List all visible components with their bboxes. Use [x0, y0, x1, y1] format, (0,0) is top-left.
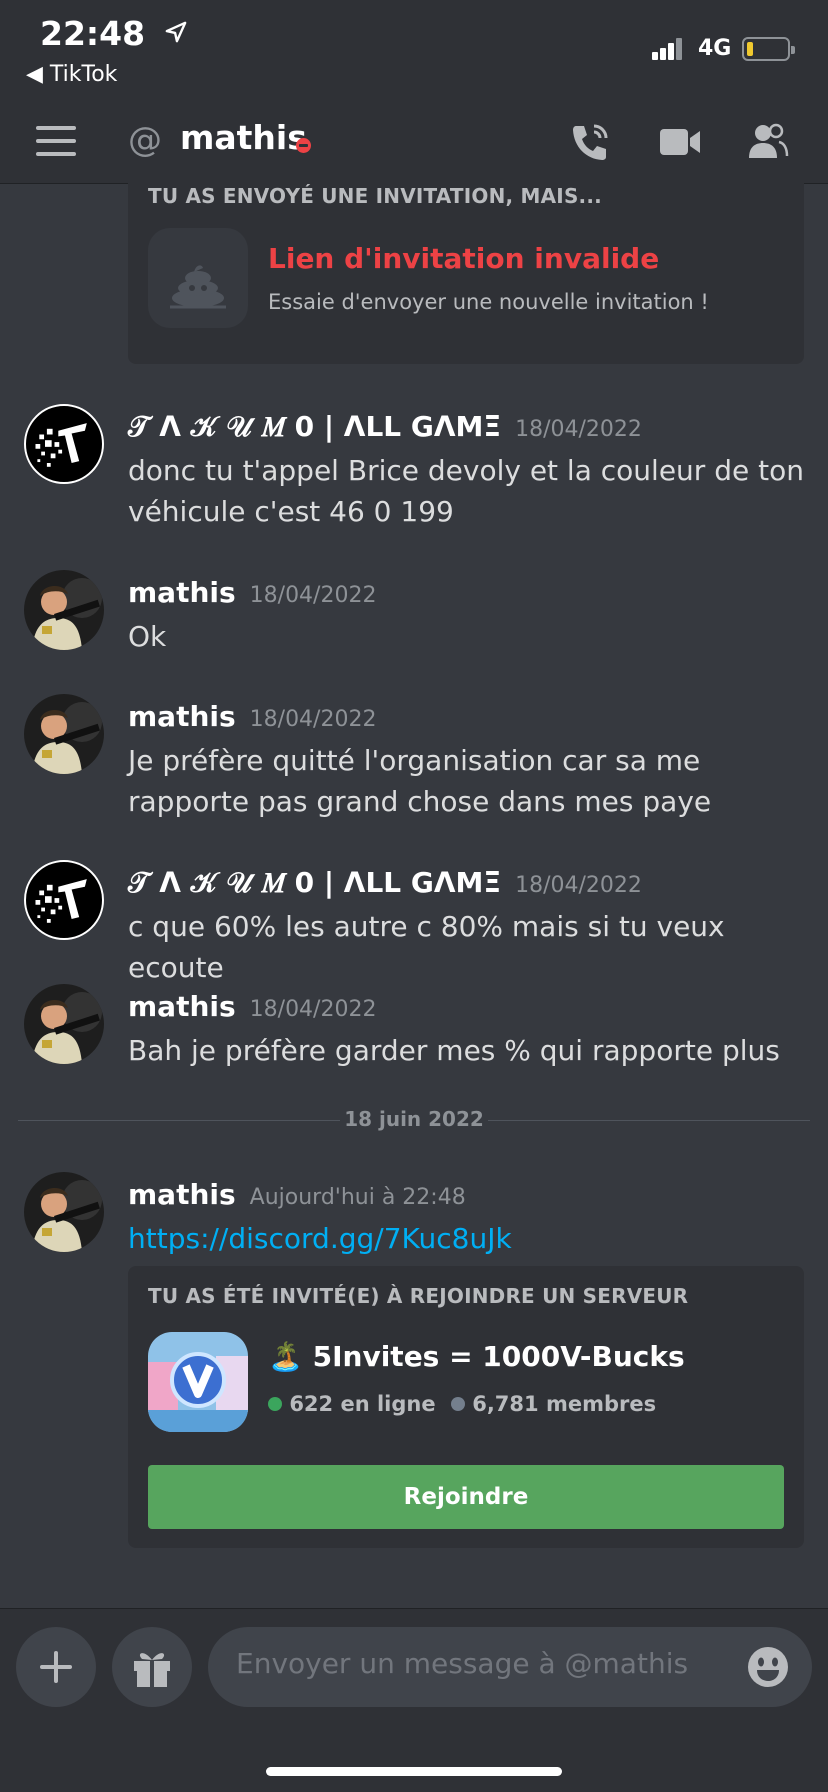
- message-timestamp: 18/04/2022: [515, 873, 642, 898]
- join-server-button[interactable]: Rejoindre: [148, 1465, 784, 1529]
- message-composer: Envoyer un message à @mathis: [0, 1608, 828, 1792]
- gift-button[interactable]: [112, 1627, 192, 1707]
- server-stats: 622 en ligne 6,781 membres: [268, 1392, 656, 1416]
- menu-icon[interactable]: [36, 126, 76, 156]
- invalid-invite-card: TU AS ENVOYÉ UNE INVITATION, MAIS... Lie…: [128, 174, 804, 364]
- message-author[interactable]: mathis Aujourd'hui à 22:48: [128, 1178, 466, 1211]
- message-input-placeholder: Envoyer un message à @mathis: [236, 1647, 689, 1680]
- voice-call-icon[interactable]: [568, 120, 612, 164]
- message-timestamp: 18/04/2022: [515, 417, 642, 442]
- location-arrow-icon: [165, 21, 186, 43]
- message-text: c que 60% les autre c 80% mais si tu veu…: [128, 910, 725, 984]
- emoji-icon[interactable]: [746, 1645, 790, 1689]
- avatar[interactable]: [24, 860, 104, 940]
- avatar[interactable]: [24, 570, 104, 650]
- video-call-icon[interactable]: [658, 120, 702, 164]
- message-input[interactable]: Envoyer un message à @mathis: [208, 1627, 812, 1707]
- home-indicator[interactable]: [266, 1767, 562, 1776]
- dm-header: @ mathis: [0, 100, 828, 184]
- message-author[interactable]: mathis 18/04/2022: [128, 576, 376, 609]
- message-timestamp: 18/04/2022: [249, 707, 377, 732]
- message-text: Ok: [128, 620, 167, 653]
- cellular-signal-icon: [652, 38, 682, 60]
- avatar[interactable]: [24, 404, 104, 484]
- dm-recipient-name[interactable]: mathis: [180, 118, 307, 157]
- message-author[interactable]: mathis 18/04/2022: [128, 990, 376, 1023]
- date-divider: 18 juin 2022: [340, 1107, 488, 1131]
- island-emoji-icon: 🏝️: [268, 1340, 303, 1373]
- gift-icon: [134, 1653, 170, 1687]
- message-timestamp: 18/04/2022: [249, 997, 377, 1022]
- invalid-invite-subtext: Essaie d'envoyer une nouvelle invitation…: [268, 290, 709, 314]
- server-invite-title: TU AS ÉTÉ INVITÉ(E) À REJOINDRE UN SERVE…: [148, 1284, 689, 1308]
- avatar[interactable]: [24, 694, 104, 774]
- at-icon: @: [128, 120, 162, 160]
- plus-icon: [40, 1651, 72, 1683]
- server-icon[interactable]: [148, 1332, 248, 1432]
- server-name: 🏝️ 5Invites = 1000V-Bucks: [268, 1340, 685, 1373]
- online-dot-icon: [268, 1397, 282, 1411]
- members-dot-icon: [450, 1397, 465, 1411]
- message-text: Je préfère quitté l'organisation car sa …: [128, 744, 712, 818]
- dnd-status-icon: [296, 138, 311, 153]
- avatar[interactable]: [24, 984, 104, 1064]
- members-icon[interactable]: [746, 120, 790, 164]
- back-to-app-link[interactable]: ◀ TikTok: [26, 62, 117, 87]
- battery-icon: [742, 37, 795, 61]
- message-text: donc tu t'appel Brice devoly et la coule…: [128, 454, 804, 528]
- message-timestamp: 18/04/2022: [249, 583, 377, 608]
- message-timestamp: Aujourd'hui à 22:48: [249, 1185, 466, 1210]
- message-author[interactable]: 𝒯 ᐱ 𝒦 𝒰 𝑀 0 | ᐱLL GᐱMΞ 18/04/2022: [128, 866, 642, 900]
- message-author[interactable]: mathis 18/04/2022: [128, 700, 376, 733]
- message-author[interactable]: 𝒯 ᐱ 𝒦 𝒰 𝑀 0 | ᐱLL GᐱMΞ 18/04/2022: [128, 410, 642, 444]
- avatar[interactable]: [24, 1172, 104, 1252]
- attach-button[interactable]: [16, 1627, 96, 1707]
- invalid-invite-heading: Lien d'invitation invalide: [268, 242, 660, 275]
- message-text: Bah je préfère garder mes % qui rapporte…: [128, 1034, 780, 1067]
- status-bar: 22:48 ◀ TikTok 4G: [0, 0, 828, 100]
- invalid-invite-icon: [148, 228, 248, 328]
- invite-card-title: TU AS ENVOYÉ UNE INVITATION, MAIS...: [148, 184, 602, 208]
- clock: 22:48: [40, 14, 187, 53]
- invite-link[interactable]: https://discord.gg/7Kuc8uJk: [128, 1218, 808, 1259]
- network-type: 4G: [698, 36, 732, 61]
- server-invite-card: TU AS ÉTÉ INVITÉ(E) À REJOINDRE UN SERVE…: [128, 1266, 804, 1548]
